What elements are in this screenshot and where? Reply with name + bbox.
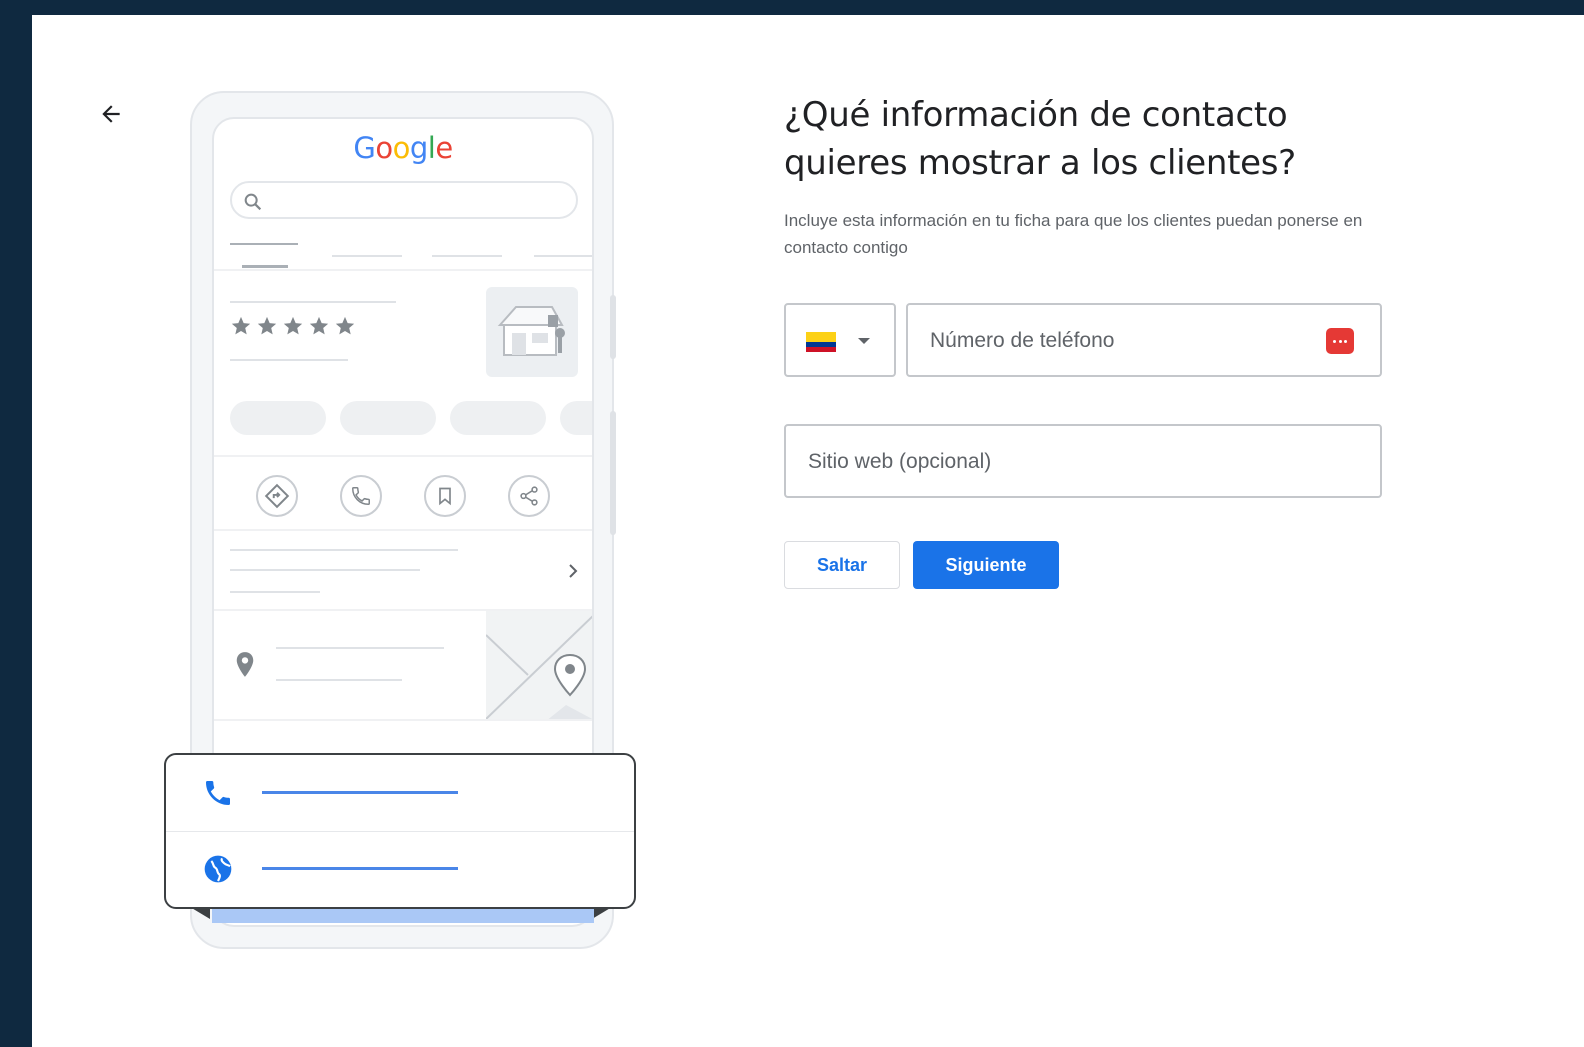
card-line	[262, 867, 458, 870]
rating-stars	[230, 315, 356, 337]
save-action	[424, 475, 466, 517]
back-button[interactable]	[90, 93, 132, 135]
phone-side-button	[610, 295, 616, 359]
business-thumbnail	[486, 287, 578, 377]
website-input[interactable]	[806, 426, 1286, 498]
password-manager-icon[interactable]	[1326, 328, 1354, 354]
chip-placeholder	[450, 401, 546, 435]
tab-line	[230, 243, 298, 245]
call-action	[340, 475, 382, 517]
directions-action	[256, 475, 298, 517]
phone-number-input[interactable]	[928, 305, 1310, 377]
chip-placeholder	[340, 401, 436, 435]
next-button[interactable]: Siguiente	[913, 541, 1059, 589]
directions-icon	[264, 483, 290, 509]
phone-number-field[interactable]	[906, 303, 1382, 377]
text-line	[230, 301, 396, 303]
phone-icon	[352, 487, 370, 505]
phone-side-button	[610, 411, 616, 535]
card-line	[262, 791, 458, 794]
chevron-right-icon	[569, 564, 578, 578]
active-tab-indicator	[242, 265, 288, 268]
google-logo: Google	[214, 131, 592, 165]
text-line	[230, 359, 348, 361]
star-icon	[335, 316, 355, 335]
highlight-strip	[212, 909, 594, 923]
text-line	[230, 569, 420, 571]
text-line	[230, 591, 320, 593]
divider	[214, 529, 592, 531]
star-icon	[309, 316, 329, 335]
card-website-row	[166, 831, 634, 907]
logo-letter: o	[375, 131, 393, 165]
arrow-left-icon	[102, 105, 120, 123]
star-icon	[231, 316, 251, 335]
star-icon	[257, 316, 277, 335]
chip-placeholder	[230, 401, 326, 435]
search-icon	[244, 193, 262, 211]
divider	[214, 719, 592, 721]
page-subtitle: Incluye esta información en tu ficha par…	[784, 211, 1363, 257]
text-line	[230, 549, 458, 551]
store-icon	[497, 306, 565, 356]
card-phone-row	[166, 755, 634, 831]
skip-button[interactable]: Saltar	[784, 541, 900, 589]
phone-icon	[206, 781, 230, 805]
share-action	[508, 475, 550, 517]
logo-letter: o	[392, 131, 411, 165]
phone-illustration: Google	[164, 91, 644, 961]
star-icon	[283, 316, 303, 335]
map-icon	[485, 615, 592, 721]
share-icon	[520, 486, 538, 506]
text-line	[276, 647, 444, 649]
chip-placeholder	[560, 401, 592, 435]
tab-line	[332, 255, 402, 257]
divider	[214, 455, 592, 457]
page-title: ¿Qué información de contacto quieres mos…	[784, 95, 1296, 183]
divider	[214, 269, 592, 271]
colombia-flag-icon	[806, 332, 836, 352]
location-pin-icon	[236, 652, 254, 677]
text-line	[276, 679, 402, 681]
tab-line	[534, 255, 592, 257]
page: Google ¿Qué información de contacto quie…	[32, 15, 1584, 1047]
website-field[interactable]	[784, 424, 1382, 498]
logo-letter: e	[435, 131, 453, 165]
country-code-select[interactable]	[784, 303, 896, 377]
contact-info-card	[164, 753, 636, 909]
map-thumbnail	[485, 611, 592, 721]
tab-line	[432, 255, 502, 257]
search-bar-illustration	[230, 181, 578, 219]
logo-letter: g	[409, 131, 428, 165]
logo-letter: G	[353, 131, 376, 165]
dropdown-caret-icon	[858, 338, 870, 344]
bookmark-icon	[439, 487, 451, 506]
globe-icon	[204, 855, 232, 883]
